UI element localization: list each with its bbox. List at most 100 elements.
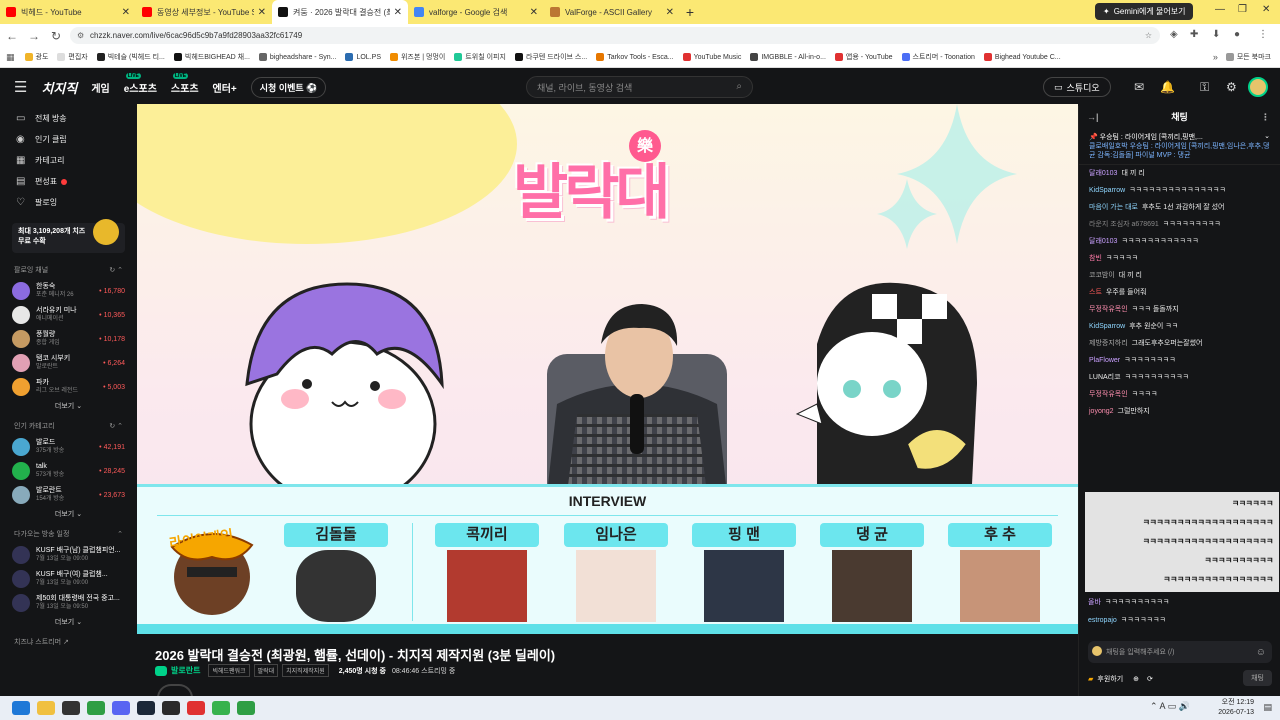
chat-username[interactable]: 무정작유목인 <box>1089 306 1128 313</box>
discord-icon[interactable] <box>112 701 130 715</box>
stream-tag[interactable]: 팔락대 <box>253 664 279 677</box>
chat-username[interactable]: 달래0103 <box>1089 238 1117 245</box>
nav-entertainment[interactable]: 엔터+ <box>213 80 237 95</box>
refresh-collapse-icon[interactable]: ↻ ⌃ <box>109 266 123 274</box>
steam-icon[interactable] <box>137 701 155 715</box>
gemini-button[interactable]: ✦ Gemini에게 물어보기 <box>1095 3 1194 20</box>
bookmarks-overflow-icon[interactable]: » <box>1213 52 1218 62</box>
tab-close-icon[interactable]: ✕ <box>258 7 266 18</box>
browser-tab[interactable]: ValForge - ASCII Gallery ✕ <box>544 0 680 24</box>
chat-username[interactable]: 무정작유목인 <box>1089 391 1128 398</box>
close-window-icon[interactable]: ✕ <box>1262 4 1270 15</box>
sidebar-channel[interactable]: 탬코 시부키 발로란트 • 6,264 <box>0 351 137 375</box>
nav-sports[interactable]: LIVE 스포츠 <box>171 72 199 95</box>
bookmark-item[interactable]: Tarkov Tools - Esca... <box>596 53 674 61</box>
chat-username[interactable]: KidSparrow <box>1089 323 1125 330</box>
tray-icons[interactable]: ⌃ A ▭ 🔊 <box>1150 701 1190 712</box>
system-clock[interactable]: 오전 12:19 2026-07-13 <box>1218 698 1254 718</box>
pinned-notice[interactable]: 📌 우승팀 : 라이어게임 [콕끼리,핑맨,... ⌄ 클로배일호박 우승팀 : … <box>1079 128 1280 165</box>
donate-icon[interactable]: ▰ <box>1088 675 1093 683</box>
key-icon[interactable]: ⚿ <box>1200 80 1209 95</box>
chat-message[interactable]: 라운지 조심자 a678691 ㅋㅋㅋㅋㅋㅋㅋㅋㅋ <box>1089 220 1270 229</box>
bookmark-item[interactable]: 라쿠텐 드라이브 스... <box>514 52 587 62</box>
browser-tab[interactable]: 빅헤드 - YouTube ✕ <box>0 0 136 24</box>
bookmark-item[interactable]: YouTube Music <box>682 53 741 61</box>
chat-username[interactable]: 라운지 조심자 a678691 <box>1089 221 1159 228</box>
chat-message[interactable]: LUNA리코 ㅋㅋㅋㅋㅋㅋㅋㅋㅋㅋ <box>1089 373 1270 382</box>
sidebar-channel[interactable]: 파카 리그 오브 레전드 • 5,003 <box>0 375 137 399</box>
bookmark-item[interactable]: 빅테슬 (빅헤드 티... <box>96 52 165 62</box>
chat-send-button[interactable]: 채팅 <box>1243 670 1272 686</box>
bookmark-item[interactable]: Bighead Youtube C... <box>983 53 1061 61</box>
app-icon[interactable] <box>187 701 205 715</box>
chat-message[interactable]: KidSparrow 후추 원순이 ㅋㅋ <box>1089 322 1270 331</box>
emoji-icon[interactable]: ☺ <box>1256 647 1266 658</box>
upcoming-more-button[interactable]: 더보기 ⌄ <box>0 615 137 631</box>
site-logo[interactable]: 치지직 <box>41 78 77 97</box>
sidebar-item[interactable]: ▭ 전체 방송 <box>0 108 137 129</box>
bookmark-item[interactable]: 앱용 - YouTube <box>834 52 893 62</box>
nav-esports[interactable]: LIVE e스포츠 <box>124 72 157 95</box>
bookmark-item[interactable]: 빅헤드BIGHEAD 채... <box>173 52 250 62</box>
file-explorer-icon[interactable] <box>37 701 55 715</box>
browser-tab[interactable]: valforge - Google 검색 ✕ <box>408 0 544 24</box>
nav-game[interactable]: 게임 <box>91 80 109 95</box>
chat-username[interactable]: 마음이 가는 대로 <box>1089 204 1138 211</box>
menu-icon[interactable]: ☰ <box>14 78 27 96</box>
sidebar-item[interactable]: ♡ 팔로잉 <box>0 192 137 213</box>
menu-dots-icon[interactable]: ⋮ <box>1258 29 1268 40</box>
chat-message[interactable]: joyong2 그럴만하지 <box>1089 407 1270 416</box>
sidebar-channel[interactable]: 제50회 대통령배 전국 중고... 7월 13일 오늘 09:50 <box>0 591 137 615</box>
bookmark-item[interactable]: LOL.PS <box>345 53 381 61</box>
bookmark-item[interactable]: 편집자 <box>57 52 88 62</box>
watch-event-button[interactable]: 시청 이벤트 ⚽ <box>250 76 327 98</box>
chat-message[interactable]: estropajo ㅋㅋㅋㅋㅋㅋㅋ <box>1088 616 1272 625</box>
following-more-button[interactable]: 더보기 ⌄ <box>0 399 137 415</box>
site-info-icon[interactable]: ⚙ <box>77 31 84 40</box>
bookmark-item[interactable]: bigheadshare - Syn... <box>258 53 336 61</box>
sidebar-item[interactable]: ▦ 카테고리 <box>0 150 137 171</box>
new-tab-button[interactable]: + <box>680 4 700 20</box>
app-icon[interactable] <box>62 701 80 715</box>
browser-tab[interactable]: 동영상 세부정보 - YouTube Studio ✕ <box>136 0 272 24</box>
channel-name[interactable]: 발로란트 <box>171 665 200 676</box>
chat-message[interactable]: PlaFlower ㅋㅋㅋㅋㅋㅋㅋㅋ <box>1089 356 1270 365</box>
notification-center-icon[interactable]: ▤ <box>1263 702 1272 713</box>
category-more-button[interactable]: 더보기 ⌄ <box>0 507 137 523</box>
sidebar-footer-link[interactable]: 치즈냐 스트리머 ↗ <box>0 633 137 651</box>
notification-bell-icon[interactable]: 🔔 <box>1160 80 1175 94</box>
chat-message[interactable]: 참빈 ㅋㅋㅋㅋㅋ <box>1089 254 1270 263</box>
chat-message[interactable]: 달래0103 ㅋㅋㅋㅋㅋㅋㅋㅋㅋㅋㅋㅋ <box>1089 237 1270 246</box>
chat-username[interactable]: estropajo <box>1088 617 1117 624</box>
chat-username[interactable]: joyong2 <box>1089 408 1114 415</box>
sidebar-channel[interactable]: 발로란트 154개 방송 • 23,673 <box>0 483 137 507</box>
sidebar-channel[interactable]: KUSF 배구(여) 클럽챔... 7월 13일 오늘 09:00 <box>0 567 137 591</box>
sidebar-channel[interactable]: talk 573개 방송 • 28,245 <box>0 459 137 483</box>
stream-tag[interactable]: 빅헤드팬워크 <box>208 664 250 677</box>
bookmark-item[interactable]: 스트리머 - Toonation <box>901 52 975 62</box>
app-icon[interactable] <box>162 701 180 715</box>
sidebar-channel[interactable]: 한동숙 포춘 메니저 26 • 16,780 <box>0 279 137 303</box>
reload-icon[interactable]: ↻ <box>46 29 66 43</box>
tab-close-icon[interactable]: ✕ <box>394 7 402 18</box>
sidebar-item[interactable]: ◉ 인기 클립 <box>0 129 137 150</box>
user-avatar[interactable] <box>1248 77 1268 97</box>
tab-close-icon[interactable]: ✕ <box>530 7 538 18</box>
chat-username[interactable]: 제방증지하리 <box>1089 340 1128 347</box>
chat-username[interactable]: 올바 <box>1088 599 1101 606</box>
studio-button[interactable]: ▭ 스튜디오 <box>1043 77 1111 97</box>
profile-icon[interactable]: ● <box>1234 29 1240 40</box>
inbox-icon[interactable]: ✉ <box>1134 80 1144 94</box>
search-icon[interactable]: ⌕ <box>736 81 742 92</box>
chat-username[interactable]: PlaFlower <box>1089 357 1120 364</box>
chat-message[interactable]: 올바 ㅋㅋㅋㅋㅋㅋㅋㅋㅋㅋ <box>1088 598 1272 607</box>
chat-username[interactable]: KidSparrow <box>1089 187 1125 194</box>
bookmark-item[interactable]: 위즈본 | 멍멍이 <box>389 52 445 62</box>
collapse-icon[interactable]: ⌃ <box>117 530 123 538</box>
chat-username[interactable]: 코코밤이 <box>1089 272 1115 279</box>
url-field[interactable]: ⚙ chzzk.naver.com/live/6cac96d5c9b7a9fd2… <box>70 27 1160 44</box>
mission-icon[interactable]: ⟳ <box>1147 675 1153 683</box>
chrome-icon[interactable] <box>237 701 255 715</box>
chat-message[interactable]: 코코밤이 대 끼 리 <box>1089 271 1270 280</box>
chat-username[interactable]: 달래0103 <box>1089 170 1117 177</box>
